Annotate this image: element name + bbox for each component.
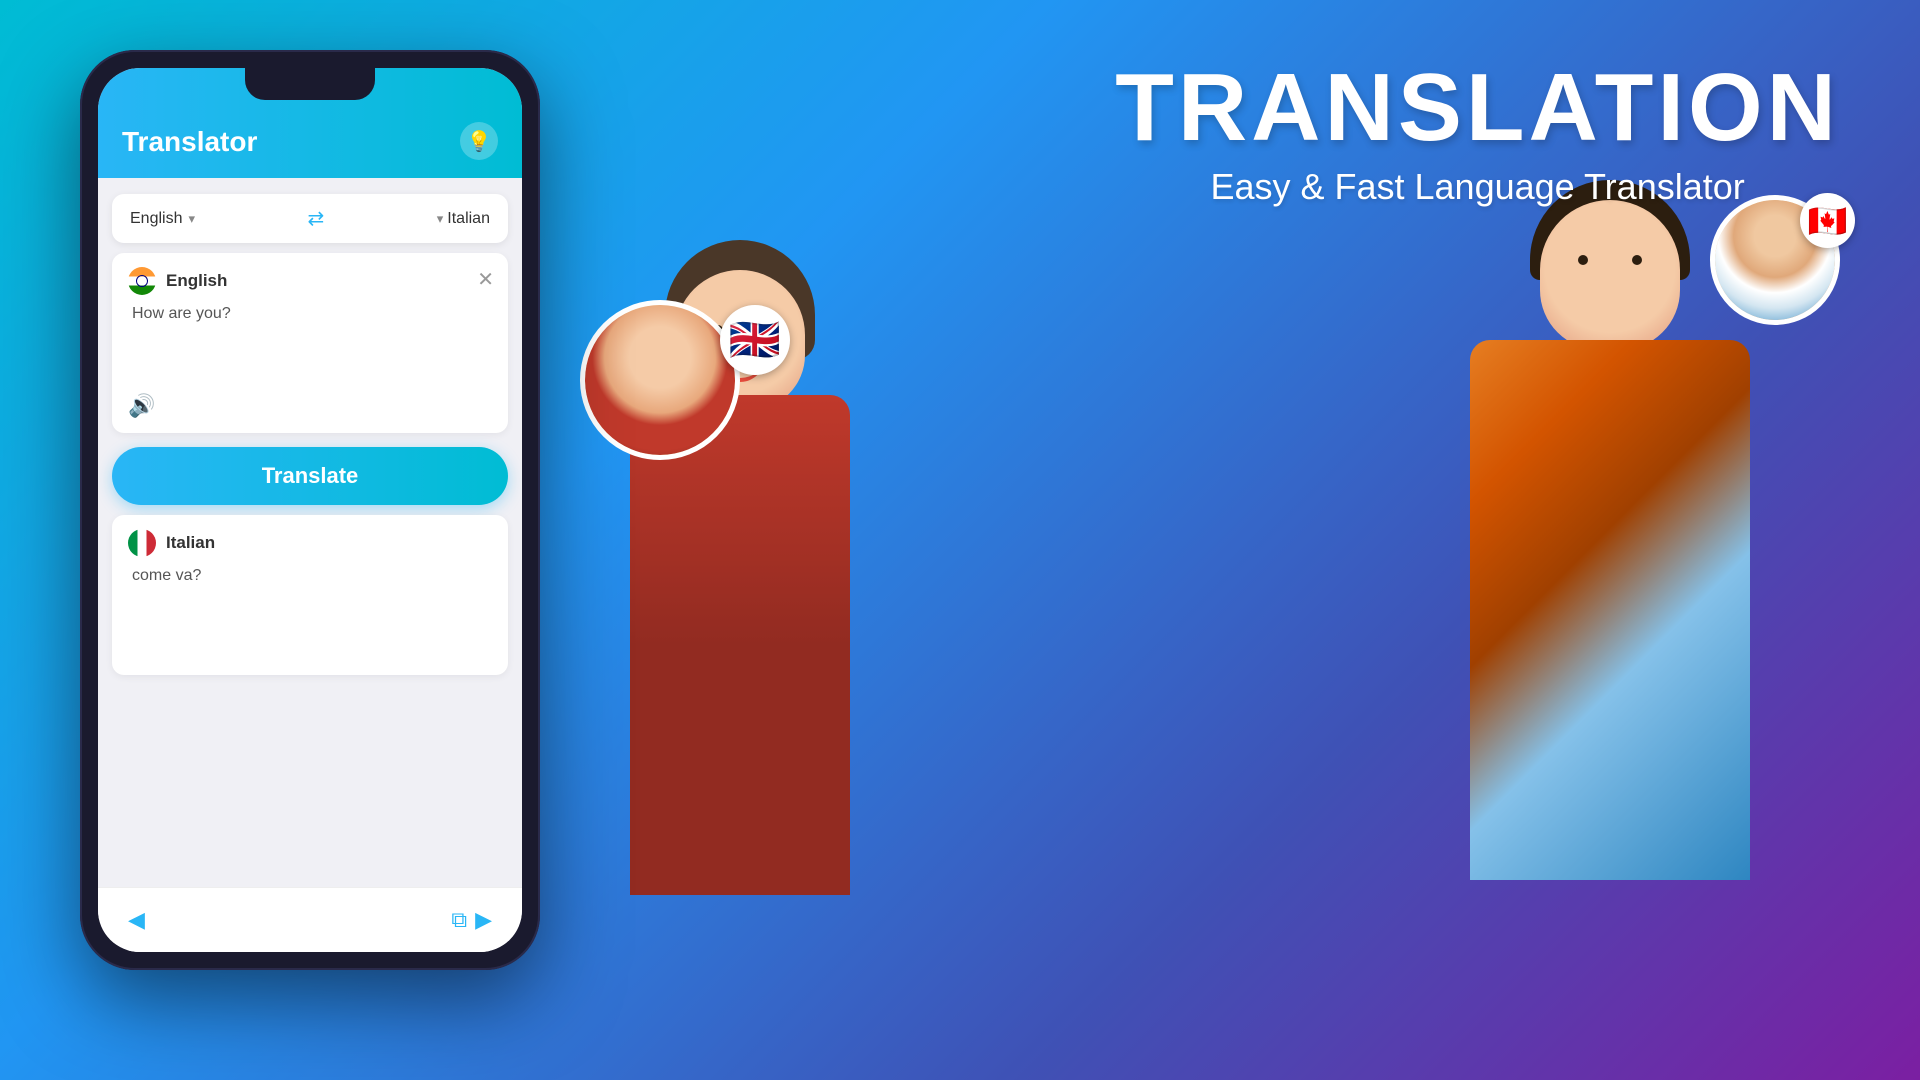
phone-notch (245, 68, 375, 100)
target-chevron-icon: ▾ (437, 211, 444, 227)
clear-input-button[interactable]: ✕ (477, 267, 494, 292)
input-language-label: English (128, 267, 492, 295)
india-flag-icon (128, 267, 156, 295)
subtitle: Easy & Fast Language Translator (1115, 166, 1840, 208)
speaker-icon[interactable]: 🔊 (128, 393, 155, 419)
app-title: Translator (122, 126, 257, 166)
avatar-woman-image (585, 305, 735, 455)
source-language-label: English (130, 210, 182, 228)
output-section: Italian come va? (112, 515, 508, 675)
italy-flag-icon (128, 529, 156, 557)
phone-mockup: Translator 💡 English ▾ ⇄ ▾ Italian (80, 50, 540, 970)
source-language-selector[interactable]: English ▾ (130, 210, 195, 228)
man-head (1540, 200, 1680, 350)
man-eye-right (1632, 255, 1642, 265)
translate-button[interactable]: Translate (112, 447, 508, 505)
phone-screen: Translator 💡 English ▾ ⇄ ▾ Italian (98, 68, 522, 952)
swap-languages-icon[interactable]: ⇄ (308, 206, 325, 231)
back-icon[interactable]: ◀ (128, 907, 145, 933)
lightbulb-icon[interactable]: 💡 (460, 122, 498, 160)
language-selector-bar: English ▾ ⇄ ▾ Italian (112, 194, 508, 243)
input-text-display: How are you? (128, 305, 492, 323)
output-text-display: come va? (128, 567, 492, 585)
right-panel: TRANSLATION Easy & Fast Language Transla… (1115, 60, 1840, 208)
avatar-uk (580, 300, 740, 460)
uk-flag-badge: 🇬🇧 (720, 305, 790, 375)
copy-icon[interactable]: ⧉ (451, 907, 467, 933)
bottom-icons-group: ⧉ ▶ (451, 907, 492, 933)
phone-container: Translator 💡 English ▾ ⇄ ▾ Italian (80, 50, 540, 970)
woman-body (630, 395, 850, 895)
main-title: TRANSLATION (1115, 60, 1840, 156)
output-language-label: Italian (128, 529, 492, 557)
input-section[interactable]: English How are you? ✕ 🔊 (112, 253, 508, 433)
man-eye-left (1578, 255, 1588, 265)
source-chevron-icon: ▾ (188, 211, 195, 227)
target-language-label: Italian (447, 210, 490, 228)
share-icon[interactable]: ▶ (475, 907, 492, 933)
man-body (1470, 340, 1750, 880)
input-lang-text: English (166, 271, 227, 291)
target-language-selector[interactable]: ▾ Italian (437, 210, 490, 228)
canada-flag-badge: 🇨🇦 (1800, 193, 1855, 248)
output-lang-text: Italian (166, 533, 215, 553)
translate-button-container: Translate (112, 447, 508, 505)
bottom-action-bar: ◀ ⧉ ▶ (98, 887, 522, 952)
